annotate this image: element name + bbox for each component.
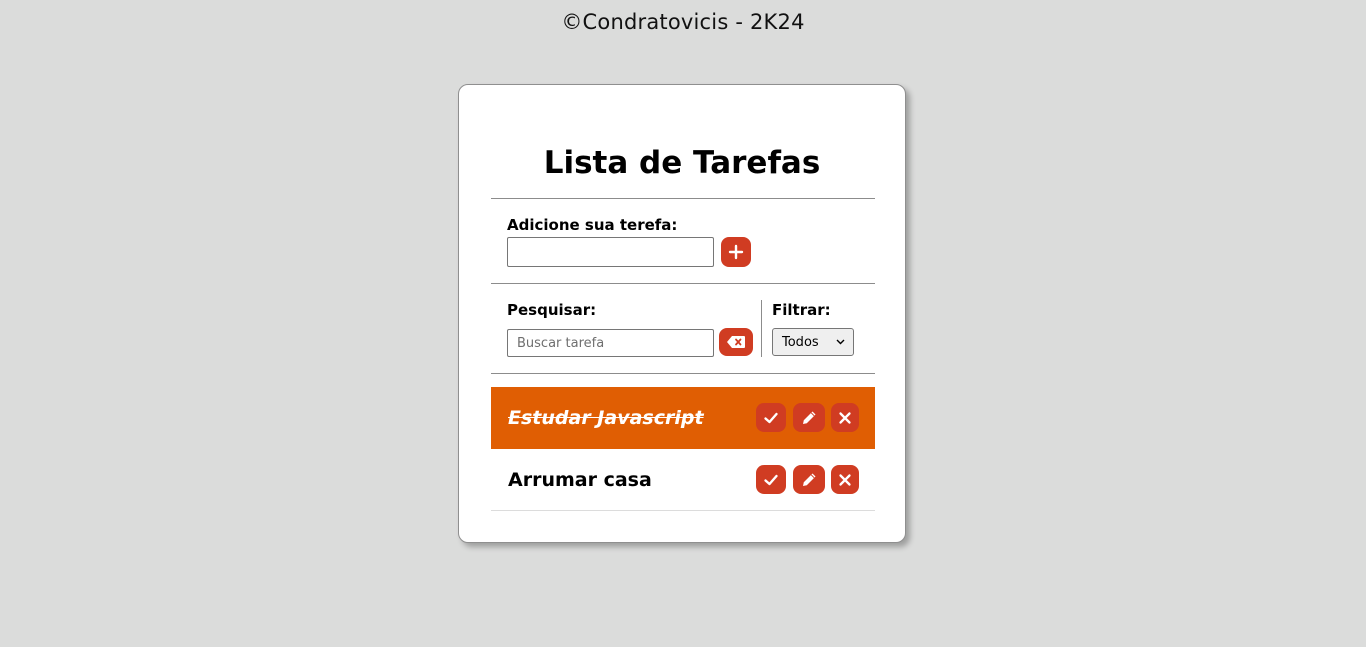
filter-selected-value: Todos — [782, 334, 819, 350]
filter-select[interactable]: Todos — [772, 328, 854, 356]
add-task-button[interactable] — [721, 237, 751, 267]
finish-todo-button[interactable] — [756, 465, 786, 494]
todo-item-text: Arrumar casa — [508, 469, 652, 491]
page-title: Lista de Tarefas — [543, 145, 821, 181]
filter-label: Filtrar: — [772, 301, 831, 319]
edit-todo-button[interactable] — [793, 403, 825, 432]
finish-todo-button[interactable] — [756, 403, 786, 432]
x-icon — [839, 473, 851, 486]
backspace-icon — [727, 336, 745, 348]
clear-search-button[interactable] — [719, 328, 753, 356]
plus-icon — [728, 244, 744, 260]
search-label: Pesquisar: — [507, 301, 597, 319]
todo-item-text: Estudar Javascript — [508, 407, 704, 429]
add-task-input[interactable] — [507, 237, 714, 267]
footer-credit: ©Condratovicis - 2K24 — [561, 10, 805, 34]
search-input[interactable] — [507, 329, 714, 357]
chevron-down-icon — [836, 339, 845, 345]
todo-item: Arrumar casa — [491, 449, 875, 511]
pencil-icon — [802, 473, 815, 486]
check-icon — [764, 474, 778, 485]
todo-item: Estudar Javascript — [491, 387, 875, 449]
remove-todo-button[interactable] — [831, 403, 859, 432]
remove-todo-button[interactable] — [831, 465, 859, 494]
divider — [491, 283, 875, 284]
x-icon — [839, 411, 851, 424]
divider — [491, 373, 875, 374]
todo-card: Lista de Tarefas Adicione sua terefa: Pe… — [458, 84, 906, 543]
check-icon — [764, 412, 778, 423]
divider — [491, 198, 875, 199]
add-task-label: Adicione sua terefa: — [507, 216, 678, 234]
vertical-divider — [761, 300, 762, 357]
edit-todo-button[interactable] — [793, 465, 825, 494]
pencil-icon — [802, 411, 815, 424]
